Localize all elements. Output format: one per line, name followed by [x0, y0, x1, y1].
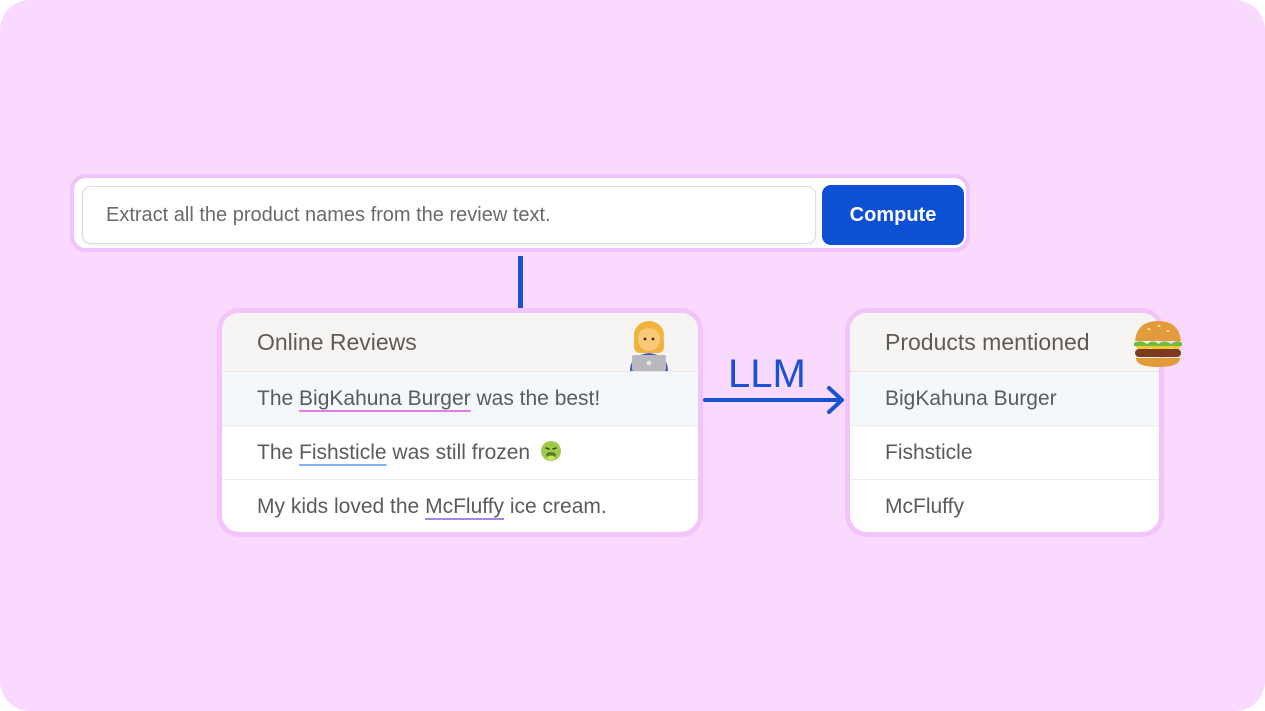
prompt-bar: Compute	[70, 174, 970, 252]
burger-icon	[1134, 321, 1182, 367]
person-with-laptop-icon	[630, 321, 668, 371]
prompt-input[interactable]	[82, 186, 816, 244]
review-text: was still frozen	[386, 441, 531, 464]
product-row: McFluffy	[885, 495, 964, 518]
online-reviews-table: Online Reviews The BigKahuna Burger was …	[217, 308, 703, 537]
product-highlight: Fishsticle	[299, 441, 387, 464]
diagram-canvas: Compute Online Reviews The B	[0, 0, 1265, 711]
product-highlight: BigKahuna Burger	[299, 387, 471, 410]
products-mentioned-table: Products mentioned BigKahuna Burger Fish…	[845, 308, 1164, 537]
review-text: ice cream.	[504, 495, 607, 518]
review-row: The Fishsticle was still frozen	[222, 426, 698, 480]
review-row: The BigKahuna Burger was the best!	[222, 372, 698, 426]
connector-line	[518, 256, 523, 308]
review-row: My kids loved the McFluffy ice cream.	[222, 480, 698, 532]
product-row: Fishsticle	[850, 426, 1159, 480]
review-text: was the best!	[470, 387, 601, 410]
arrow-right-icon	[703, 386, 844, 414]
online-reviews-title: Online Reviews	[257, 329, 417, 355]
products-mentioned-header: Products mentioned	[850, 313, 1159, 372]
product-row: BigKahuna Burger	[850, 372, 1159, 426]
compute-button[interactable]: Compute	[822, 185, 964, 245]
review-text: The	[257, 387, 300, 410]
online-reviews-header: Online Reviews	[222, 313, 698, 372]
review-text: My kids loved the	[257, 495, 426, 518]
review-text: The	[257, 441, 300, 464]
products-mentioned-title: Products mentioned	[885, 329, 1090, 355]
nauseated-face-icon	[540, 441, 561, 461]
product-highlight: McFluffy	[425, 495, 505, 518]
